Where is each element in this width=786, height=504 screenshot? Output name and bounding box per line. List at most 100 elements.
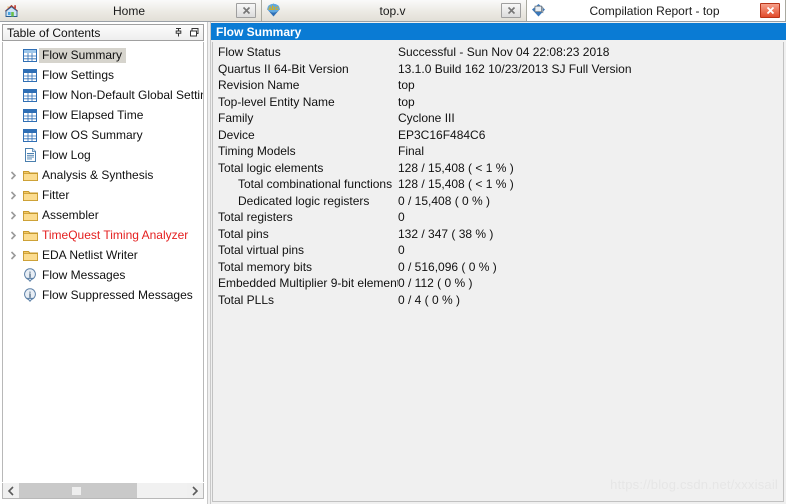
row-value: 128 / 15,408 ( < 1 % )	[398, 160, 514, 175]
row-value: 132 / 347 ( 38 % )	[398, 226, 494, 241]
row-label: Dedicated logic registers	[238, 193, 370, 208]
tree-item-label: Flow Settings	[42, 67, 115, 82]
row-label: Total logic elements	[218, 160, 324, 175]
report-table: Flow Status Successful - Sun Nov 04 22:0…	[212, 42, 784, 502]
table-row: Family Cyclone III	[213, 110, 783, 127]
home-icon	[0, 1, 22, 21]
tree-item-flow-messages[interactable]: i Flow Messages	[3, 265, 203, 285]
tree-item-fitter[interactable]: Fitter	[3, 185, 203, 205]
chevron-right-icon[interactable]	[187, 483, 203, 498]
tab-top-v[interactable]: abc top.v	[262, 0, 527, 21]
info-icon: i	[21, 267, 39, 283]
restore-icon[interactable]	[187, 25, 202, 40]
row-label: Total registers	[218, 210, 293, 225]
row-label: Total virtual pins	[218, 243, 305, 258]
chevron-right-icon[interactable]	[5, 207, 21, 223]
row-value: 0 / 4 ( 0 % )	[398, 292, 461, 307]
chevron-left-icon[interactable]	[3, 483, 19, 498]
table-icon	[21, 67, 39, 83]
row-value: 0 / 15,408 ( 0 % )	[398, 193, 491, 208]
quartus-compilation-report-window: Home abc top.v Compilation Report - top …	[0, 0, 786, 504]
tab-compilation-report-label: Compilation Report - top	[589, 3, 720, 18]
tab-compilation-report[interactable]: Compilation Report - top	[527, 0, 786, 21]
tree-item-flow-os-summary[interactable]: Flow OS Summary	[3, 125, 203, 145]
row-label: Top-level Entity Name	[218, 94, 335, 109]
row-value: Cyclone III	[398, 111, 455, 126]
tree-item-label: Flow Suppressed Messages	[42, 287, 193, 302]
tree-item-analysis-and-synthesis[interactable]: Analysis & Synthesis	[3, 165, 203, 185]
tree-item-label: Flow Log	[42, 147, 91, 162]
row-label: Total pins	[218, 226, 269, 241]
row-value: Successful - Sun Nov 04 22:08:23 2018	[398, 45, 610, 60]
table-row: Embedded Multiplier 9-bit elements 0 / 1…	[213, 275, 783, 292]
chevron-right-icon[interactable]	[5, 247, 21, 263]
chevron-right-icon[interactable]	[5, 167, 21, 183]
tree-item-eda-netlist-writer[interactable]: EDA Netlist Writer	[3, 245, 203, 265]
table-row: Total combinational functions 128 / 15,4…	[213, 176, 783, 193]
tree-item-flow-elapsed-time[interactable]: Flow Elapsed Time	[3, 105, 203, 125]
tab-bar: Home abc top.v Compilation Report - top	[0, 0, 786, 22]
tab-home-close-button[interactable]	[236, 3, 256, 18]
tab-top-v-close-button[interactable]	[501, 3, 521, 18]
pin-icon[interactable]	[171, 25, 186, 40]
row-value: 128 / 15,408 ( < 1 % )	[398, 177, 514, 192]
folder-icon	[21, 207, 39, 223]
table-icon	[21, 47, 39, 63]
table-row: Top-level Entity Name top	[213, 94, 783, 111]
tree-item-flow-log[interactable]: Flow Log	[3, 145, 203, 165]
row-label: Family	[218, 111, 254, 126]
flow-summary-panel: Flow Summary Flow Status Successful - Su…	[211, 22, 786, 504]
row-value: top	[398, 78, 415, 93]
tab-top-v-label: top.v	[379, 3, 406, 18]
tree-item-label: TimeQuest Timing Analyzer	[42, 227, 189, 242]
row-value: 0 / 112 ( 0 % )	[398, 276, 473, 291]
tree-item-flow-settings[interactable]: Flow Settings	[3, 65, 203, 85]
row-label: Total combinational functions	[238, 177, 393, 192]
tree-item-assembler[interactable]: Assembler	[3, 205, 203, 225]
table-of-contents-panel: Table of Contents Flow Summary Flow Sett…	[0, 22, 207, 504]
row-value: EP3C16F484C6	[398, 127, 486, 142]
chevron-right-icon[interactable]	[5, 187, 21, 203]
row-label: Total memory bits	[218, 259, 313, 274]
tree-item-flow-summary[interactable]: Flow Summary	[3, 45, 203, 65]
row-value: 13.1.0 Build 162 10/23/2013 SJ Full Vers…	[398, 61, 632, 76]
tree-item-flow-non-default-global-settings[interactable]: Flow Non-Default Global Settings	[3, 85, 203, 105]
tab-compilation-report-close-button[interactable]	[760, 3, 780, 18]
table-row: Total virtual pins 0	[213, 242, 783, 259]
folder-icon	[21, 247, 39, 263]
table-row: Total pins 132 / 347 ( 38 % )	[213, 226, 783, 243]
scrollbar-grip	[72, 487, 81, 495]
table-row: Quartus II 64-Bit Version 13.1.0 Build 1…	[213, 61, 783, 78]
chevron-right-icon[interactable]	[5, 227, 21, 243]
tree-item-label: Flow Elapsed Time	[42, 107, 144, 122]
row-value: 0 / 516,096 ( 0 % )	[398, 259, 497, 274]
table-icon	[21, 107, 39, 123]
table-row: Timing Models Final	[213, 143, 783, 160]
report-diamond-icon	[527, 1, 549, 21]
scrollbar-track[interactable]	[19, 483, 187, 498]
report-title-text: Flow Summary	[216, 24, 302, 39]
row-value: top	[398, 94, 415, 109]
tree-item-timequest-timing-analyzer[interactable]: TimeQuest Timing Analyzer	[3, 225, 203, 245]
tree-item-label: Flow Non-Default Global Settings	[42, 87, 204, 102]
row-label: Total PLLs	[218, 292, 275, 307]
row-label: Quartus II 64-Bit Version	[218, 61, 349, 76]
table-row: Flow Status Successful - Sun Nov 04 22:0…	[213, 44, 783, 61]
toc-horizontal-scrollbar[interactable]	[2, 483, 204, 499]
svg-text:abc: abc	[268, 6, 279, 12]
tab-home[interactable]: Home	[0, 0, 262, 21]
toc-tree[interactable]: Flow Summary Flow Settings Flow Non-Defa…	[2, 42, 204, 482]
folder-icon	[21, 187, 39, 203]
row-label: Revision Name	[218, 78, 300, 93]
folder-icon	[21, 167, 39, 183]
table-row: Dedicated logic registers 0 / 15,408 ( 0…	[213, 193, 783, 210]
tree-item-flow-suppressed-messages[interactable]: i Flow Suppressed Messages	[3, 285, 203, 305]
document-icon	[21, 147, 39, 163]
row-label: Flow Status	[218, 45, 281, 60]
table-row: Total logic elements 128 / 15,408 ( < 1 …	[213, 160, 783, 177]
tree-item-label: Flow Summary	[39, 47, 127, 63]
table-icon	[21, 127, 39, 143]
table-row: Device EP3C16F484C6	[213, 127, 783, 144]
table-icon	[21, 87, 39, 103]
table-row: Total memory bits 0 / 516,096 ( 0 % )	[213, 259, 783, 276]
